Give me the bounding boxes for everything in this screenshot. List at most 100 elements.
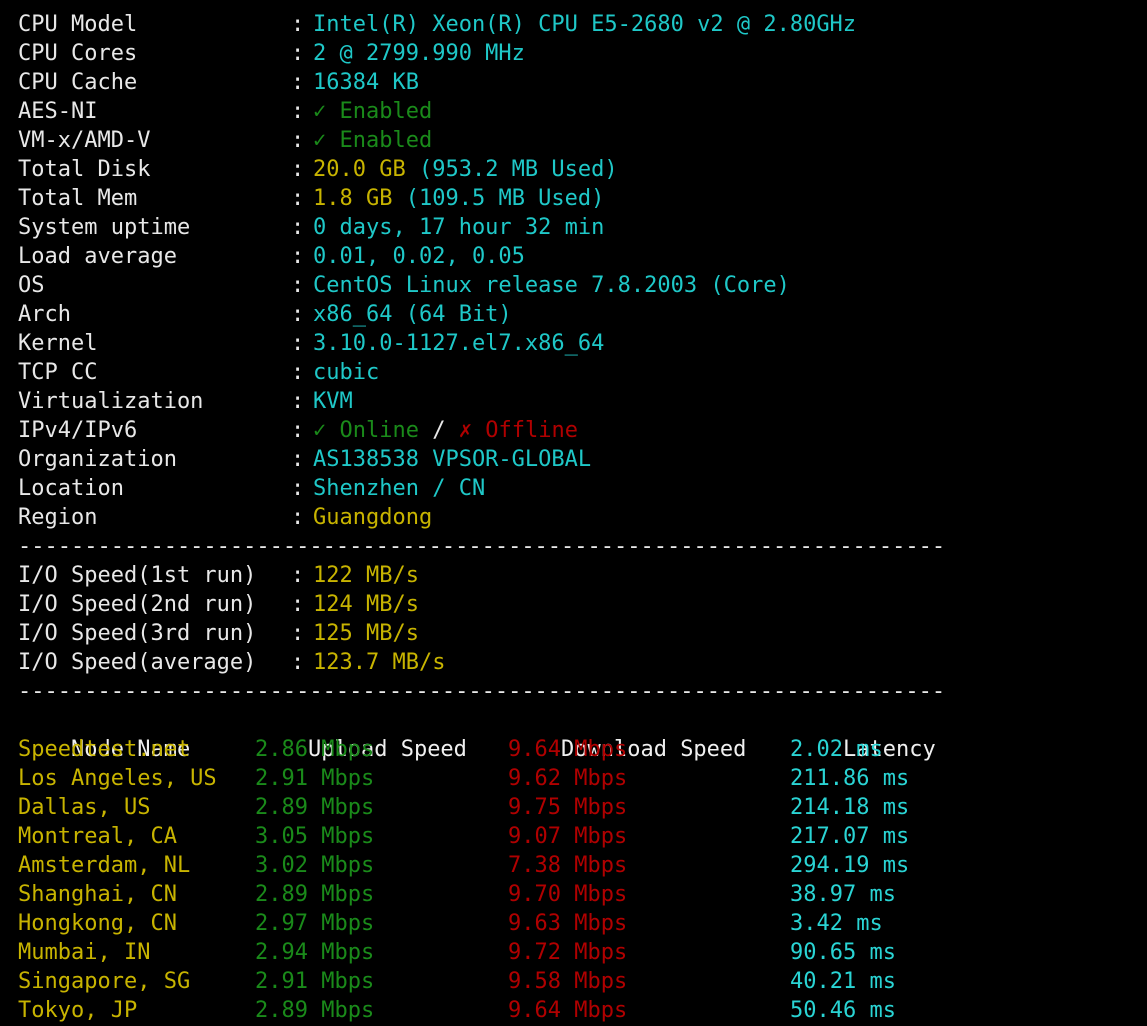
- info-colon: :: [291, 273, 305, 298]
- io-speed-row: I/O Speed(2nd run):124 MB/s: [18, 590, 1147, 619]
- speedtest-download-speed: 9.63 Mbps: [508, 911, 628, 936]
- info-value-suffix: (953.2 MB Used): [405, 157, 618, 182]
- info-row: TCP CC: cubic: [18, 358, 1147, 387]
- speedtest-upload-speed: 3.02 Mbps: [255, 853, 375, 878]
- speedtest-node-name: Singapore, SG: [18, 969, 191, 994]
- speedtest-download-speed: 9.72 Mbps: [508, 940, 628, 965]
- speedtest-upload-speed: 2.86 Mbps: [255, 737, 375, 762]
- info-colon: :: [291, 592, 305, 617]
- info-label: Region: [18, 505, 98, 530]
- info-label: OS: [18, 273, 45, 298]
- info-label: Location: [18, 476, 124, 501]
- io-speed-section: I/O Speed(1st run):122 MB/s I/O Speed(2nd…: [18, 561, 1147, 677]
- speedtest-row: Los Angeles, US 2.91 Mbps 9.62 Mbps 211.86 …: [18, 764, 1147, 793]
- check-icon: ✓: [313, 128, 327, 153]
- speedtest-download-speed: 7.38 Mbps: [508, 853, 628, 878]
- speedtest-latency: 90.65 ms: [790, 940, 896, 965]
- speedtest-latency: 211.86 ms: [790, 766, 910, 791]
- check-icon: ✓: [313, 418, 327, 443]
- info-colon: :: [291, 99, 305, 124]
- speedtest-upload-speed: 2.94 Mbps: [255, 940, 375, 965]
- info-row: Organization: AS138538 VPSOR-GLOBAL: [18, 445, 1147, 474]
- terminal-output: CPU Model: Intel(R) Xeon(R) CPU E5-2680 v…: [0, 0, 1147, 1026]
- info-label: CPU Cores: [18, 41, 138, 66]
- info-colon: :: [291, 70, 305, 95]
- info-colon: :: [291, 476, 305, 501]
- info-row: Virtualization: KVM: [18, 387, 1147, 416]
- ipv6-status: Offline: [485, 418, 578, 443]
- speedtest-upload-speed: 2.91 Mbps: [255, 969, 375, 994]
- speedtest-download-speed: 9.70 Mbps: [508, 882, 628, 907]
- speedtest-row: Speedtest.net 2.86 Mbps 9.64 Mbps 2.02 ms: [18, 735, 1147, 764]
- speedtest-node-name: Dallas, US: [18, 795, 151, 820]
- speedtest-node-name: Hongkong, CN: [18, 911, 177, 936]
- info-colon: :: [291, 418, 305, 443]
- info-label: IPv4/IPv6: [18, 418, 138, 443]
- info-row: OS: CentOS Linux release 7.8.2003 (Core): [18, 271, 1147, 300]
- speedtest-latency: 214.18 ms: [790, 795, 910, 820]
- info-value: KVM: [313, 389, 353, 414]
- info-row: IPv4/IPv6: ✓ Online / ✗ Offline: [18, 416, 1147, 445]
- speedtest-download-speed: 9.07 Mbps: [508, 824, 628, 849]
- info-colon: :: [291, 157, 305, 182]
- info-row: Kernel:3.10.0-1127.el7.x86_64: [18, 329, 1147, 358]
- info-colon: :: [291, 563, 305, 588]
- info-colon: :: [291, 186, 305, 211]
- info-value: x86_64 (64 Bit): [313, 302, 512, 327]
- speedtest-row: Dallas, US 2.89 Mbps 9.75 Mbps 214.18 ms: [18, 793, 1147, 822]
- separator-line-bottom: ----------------------------------------…: [18, 679, 946, 704]
- info-colon: :: [291, 505, 305, 530]
- info-colon: :: [291, 650, 305, 675]
- info-value: 16384 KB: [313, 70, 419, 95]
- speedtest-node-name: Mumbai, IN: [18, 940, 151, 965]
- cross-icon: ✗: [458, 418, 472, 443]
- speedtest-node-name: Amsterdam, NL: [18, 853, 191, 878]
- io-speed-label: I/O Speed(1st run): [18, 563, 257, 588]
- info-colon: :: [291, 41, 305, 66]
- speedtest-download-speed: 9.64 Mbps: [508, 998, 628, 1023]
- io-speed-row: I/O Speed(average):123.7 MB/s: [18, 648, 1147, 677]
- speedtest-row: Tokyo, JP 2.89 Mbps 9.64 Mbps 50.46 ms: [18, 996, 1147, 1025]
- speedtest-node-name: Speedtest.net: [18, 737, 191, 762]
- info-colon: :: [291, 244, 305, 269]
- speedtest-upload-speed: 2.89 Mbps: [255, 795, 375, 820]
- speedtest-upload-speed: 2.89 Mbps: [255, 998, 375, 1023]
- info-value: Shenzhen / CN: [313, 476, 486, 501]
- io-speed-value: 122 MB/s: [313, 563, 419, 588]
- info-label: Organization: [18, 447, 177, 472]
- info-label: Virtualization: [18, 389, 204, 414]
- speedtest-row: Mumbai, IN 2.94 Mbps 9.72 Mbps 90.65 ms: [18, 938, 1147, 967]
- info-label: Arch: [18, 302, 71, 327]
- info-colon: :: [291, 621, 305, 646]
- info-row: AES-NI: ✓ Enabled: [18, 97, 1147, 126]
- speedtest-latency: 40.21 ms: [790, 969, 896, 994]
- info-label: AES-NI: [18, 99, 98, 124]
- speedtest-row: Singapore, SG 2.91 Mbps 9.58 Mbps 40.21 ms: [18, 967, 1147, 996]
- info-label: Total Disk: [18, 157, 151, 182]
- speedtest-node-name: Montreal, CA: [18, 824, 177, 849]
- info-value: AS138538 VPSOR-GLOBAL: [313, 447, 592, 472]
- speedtest-node-name: Los Angeles, US: [18, 766, 217, 791]
- info-label: Load average: [18, 244, 177, 269]
- check-icon: ✓: [313, 99, 327, 124]
- info-value: Enabled: [339, 99, 433, 124]
- speedtest-upload-speed: 2.89 Mbps: [255, 882, 375, 907]
- info-label: CPU Model: [18, 12, 138, 37]
- speedtest-node-name: Shanghai, CN: [18, 882, 177, 907]
- io-speed-row: I/O Speed(3rd run):125 MB/s: [18, 619, 1147, 648]
- info-colon: :: [291, 12, 305, 37]
- info-value: 0 days, 17 hour 32 min: [313, 215, 605, 240]
- info-value: cubic: [313, 360, 380, 385]
- speedtest-download-speed: 9.64 Mbps: [508, 737, 628, 762]
- info-value: 1.8 GB: [313, 186, 393, 211]
- speedtest-download-speed: 9.62 Mbps: [508, 766, 628, 791]
- info-label: System uptime: [18, 215, 191, 240]
- info-value: Intel(R) Xeon(R) CPU E5-2680 v2 @ 2.80GH…: [313, 12, 857, 37]
- separator-slash: /: [432, 418, 446, 443]
- io-speed-value: 123.7 MB/s: [313, 650, 446, 675]
- speedtest-latency: 2.02 ms: [790, 737, 883, 762]
- info-value: Enabled: [339, 128, 433, 153]
- info-value: CentOS Linux release 7.8.2003 (Core): [313, 273, 790, 298]
- info-value: 3.10.0-1127.el7.x86_64: [313, 331, 605, 356]
- info-row: Total Disk:20.0 GB (953.2 MB Used): [18, 155, 1147, 184]
